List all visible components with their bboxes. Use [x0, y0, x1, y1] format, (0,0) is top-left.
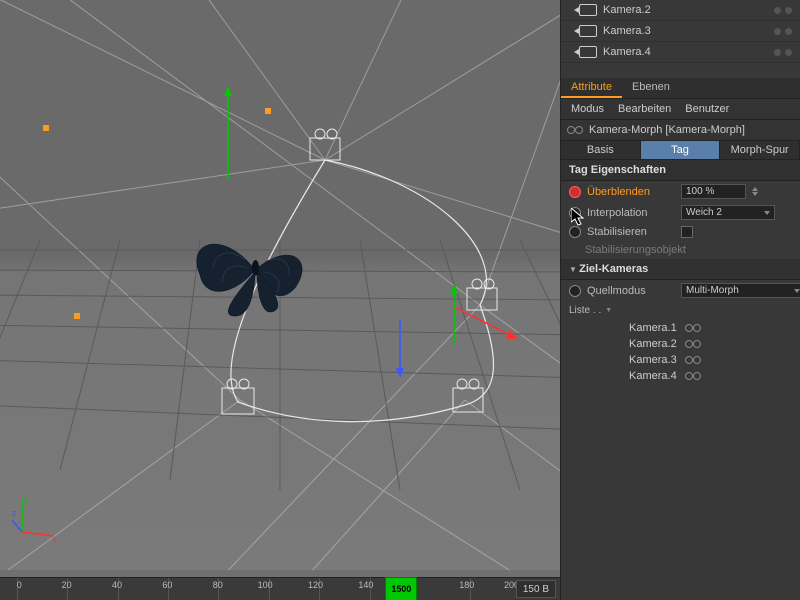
frame-display[interactable]: 150 B	[516, 580, 556, 598]
object-vis-dots[interactable]	[774, 7, 792, 14]
uberblenden-input[interactable]	[681, 184, 746, 199]
subtab-morph[interactable]: Morph-Spur	[720, 141, 800, 159]
object-vis-dots[interactable]	[774, 49, 792, 56]
prop-stabilisieren: Stabilisieren	[561, 223, 800, 241]
prop-label-interpolation: Interpolation	[587, 207, 675, 219]
camera-icon	[579, 25, 597, 37]
keyframe-dot[interactable]	[569, 285, 581, 297]
list-item[interactable]: Kamera.4	[629, 368, 792, 384]
list-item-label: Kamera.1	[629, 322, 677, 334]
section-ziel-kameras[interactable]: Ziel-Kameras	[561, 259, 800, 280]
prop-quellmodus: Quellmodus Multi-Morph	[561, 280, 800, 301]
prop-label-uberblenden: Überblenden	[587, 186, 675, 198]
link-icon	[685, 339, 701, 349]
keyframe-dot[interactable]	[569, 226, 581, 238]
grid-floor	[0, 0, 560, 570]
timeline-track[interactable]: 0 20 40 60 80 100 120 140 1500 180 200	[0, 578, 560, 600]
list-item[interactable]: Kamera.2	[629, 336, 792, 352]
object-label: Kamera.4	[603, 46, 651, 58]
object-label: Kamera.2	[603, 4, 651, 16]
tl-label-140: 140	[358, 580, 373, 590]
tag-icon	[567, 125, 583, 135]
tl-label-0: 0	[17, 580, 22, 590]
prop-uberblenden: Überblenden	[561, 181, 800, 202]
menu-benutzer[interactable]: Benutzer	[685, 103, 729, 115]
object-manager[interactable]: Kamera.2 Kamera.3 Kamera.4	[560, 0, 800, 78]
link-icon	[685, 323, 701, 333]
object-row-kamera3[interactable]: Kamera.3	[561, 21, 800, 42]
list-item-label: Kamera.3	[629, 354, 677, 366]
subtab-tag[interactable]: Tag	[641, 141, 721, 159]
timeline[interactable]: 0 20 40 60 80 100 120 140 1500 180 200 1…	[0, 577, 560, 600]
tl-label-20: 20	[62, 580, 72, 590]
camera-icon	[579, 4, 597, 16]
interpolation-dropdown[interactable]: Weich 2	[681, 205, 775, 220]
prop-stab-objekt: Stabilisierungsobjekt	[561, 241, 800, 259]
link-icon	[685, 355, 701, 365]
tl-label-120: 120	[308, 580, 323, 590]
keyframe-dot[interactable]	[569, 207, 581, 219]
object-label: Kamera.3	[603, 25, 651, 37]
object-row-kamera4[interactable]: Kamera.4	[561, 42, 800, 63]
liste-header[interactable]: Liste . .	[569, 305, 792, 316]
list-item-label: Kamera.2	[629, 338, 677, 350]
tag-title: Kamera-Morph [Kamera-Morph]	[589, 124, 745, 136]
keyframe-dot[interactable]	[569, 186, 581, 198]
tl-label-180: 180	[459, 580, 474, 590]
attr-subtabs: Basis Tag Morph-Spur	[561, 141, 800, 160]
tag-title-row: Kamera-Morph [Kamera-Morph]	[561, 120, 800, 141]
prop-label-quellmodus: Quellmodus	[587, 285, 675, 297]
viewport-3d[interactable]: y x z	[0, 0, 560, 570]
stabilisieren-checkbox[interactable]	[681, 226, 693, 238]
object-row-kamera2[interactable]: Kamera.2	[561, 0, 800, 21]
attribute-panel: Attribute Ebenen Modus Bearbeiten Benutz…	[560, 78, 800, 600]
tab-attribute[interactable]: Attribute	[561, 78, 622, 98]
timeline-playhead[interactable]: 1500	[386, 578, 416, 600]
attr-menu: Modus Bearbeiten Benutzer	[561, 99, 800, 120]
tl-label-100: 100	[258, 580, 273, 590]
tl-label-40: 40	[112, 580, 122, 590]
object-vis-dots[interactable]	[774, 28, 792, 35]
link-icon	[685, 371, 701, 381]
list-item[interactable]: Kamera.3	[629, 352, 792, 368]
list-item-label: Kamera.4	[629, 370, 677, 382]
menu-bearbeiten[interactable]: Bearbeiten	[618, 103, 671, 115]
kamera-liste: Liste . . Kamera.1 Kamera.2 Kamera.3 Kam…	[561, 301, 800, 388]
quellmodus-dropdown[interactable]: Multi-Morph	[681, 283, 800, 298]
tl-label-60: 60	[162, 580, 172, 590]
prop-label-stab-objekt: Stabilisierungsobjekt	[585, 244, 715, 256]
section-tag-eigenschaften: Tag Eigenschaften	[561, 160, 800, 181]
camera-icon	[579, 46, 597, 58]
spinner[interactable]	[752, 184, 762, 199]
tab-ebenen[interactable]: Ebenen	[622, 78, 680, 98]
tl-label-80: 80	[213, 580, 223, 590]
menu-modus[interactable]: Modus	[571, 103, 604, 115]
subtab-basis[interactable]: Basis	[561, 141, 641, 159]
prop-interpolation: Interpolation Weich 2	[561, 202, 800, 223]
list-item[interactable]: Kamera.1	[629, 320, 792, 336]
prop-label-stabilisieren: Stabilisieren	[587, 226, 675, 238]
attr-tabs: Attribute Ebenen	[561, 78, 800, 99]
